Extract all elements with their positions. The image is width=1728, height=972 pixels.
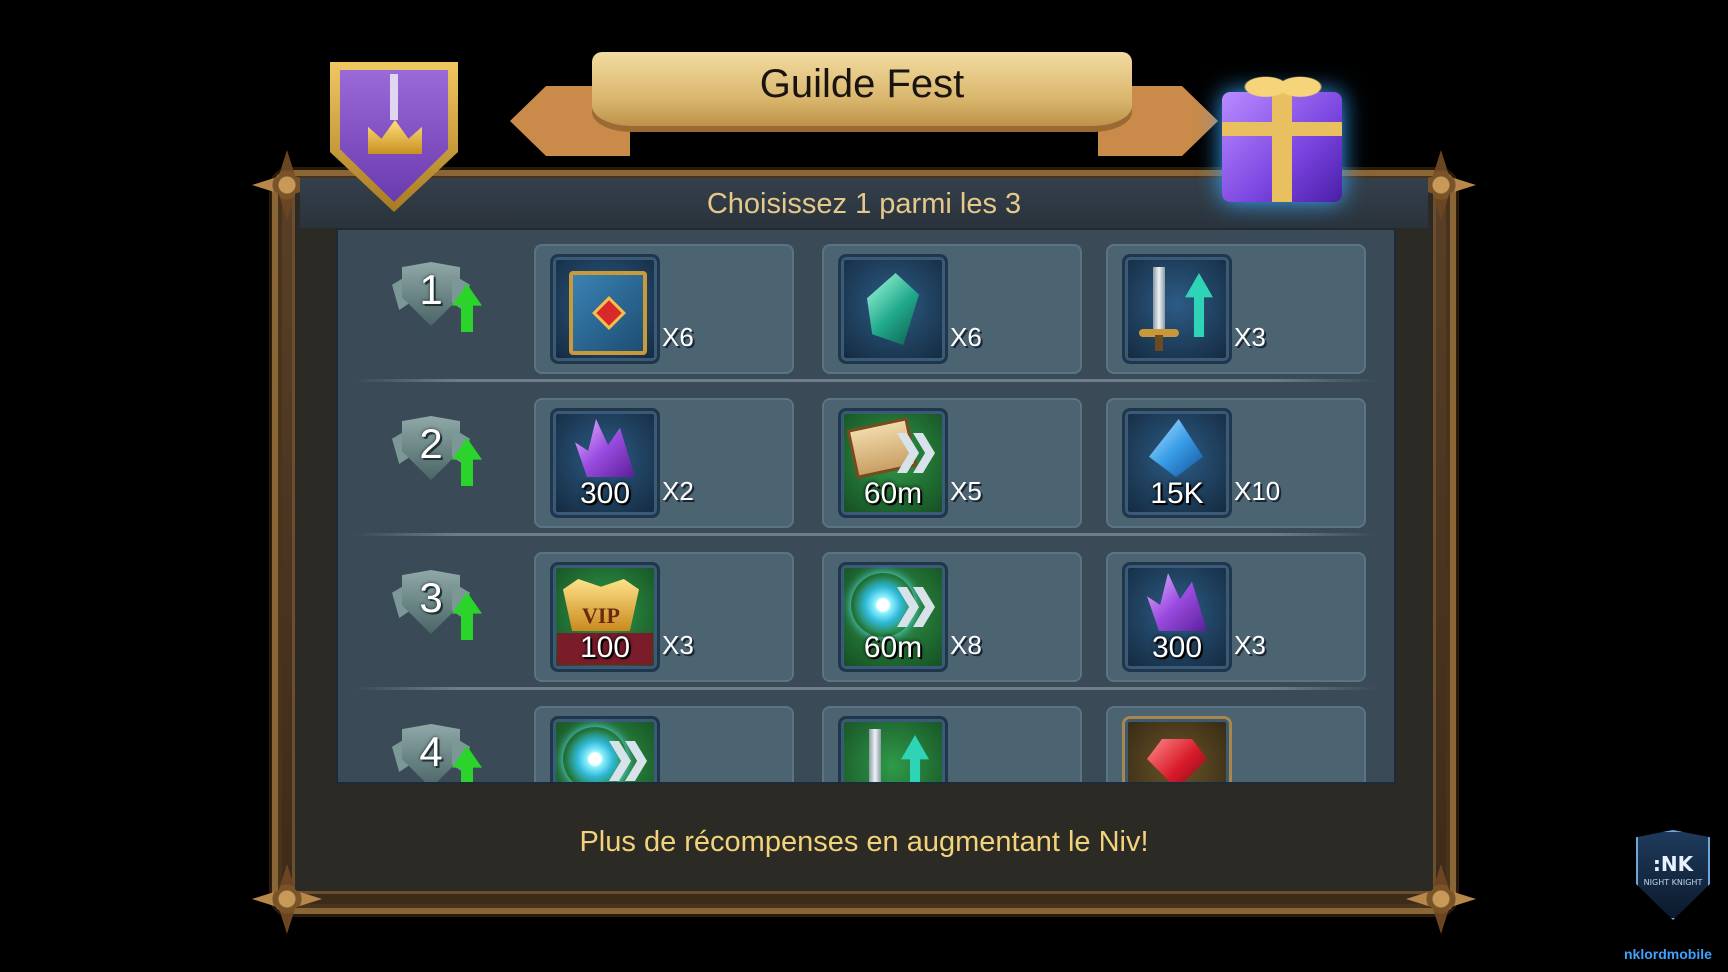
reward-row-2: 2 300 X2 60m X5 15K X10 [338, 384, 1394, 536]
reward-multiplier: X5 [950, 476, 982, 506]
footer-hint: Plus de récompenses en augmentant le Niv… [579, 826, 1149, 858]
row-divider [354, 533, 1378, 536]
reward-multiplier: X6 [662, 322, 694, 352]
reward-card[interactable] [1106, 706, 1366, 782]
reward-card[interactable]: X3 [1106, 244, 1366, 374]
vip-icon: VIP 100 [550, 562, 660, 672]
level-badge: 2 [392, 414, 488, 486]
speedup-icon: 60m [838, 562, 948, 672]
title-ribbon: Guilde Fest [592, 52, 1132, 132]
green-shard-icon [838, 254, 948, 364]
reward-multiplier: X3 [1234, 322, 1266, 352]
reward-amount: 60m [863, 477, 923, 510]
book-icon [550, 254, 660, 364]
reward-multiplier: X3 [1234, 630, 1266, 660]
research-speedup-icon: 60m [838, 408, 948, 518]
reward-multiplier: X3 [662, 630, 694, 660]
sword-upgrade-icon [1122, 254, 1232, 364]
reward-amount: 15K [1150, 477, 1204, 510]
reward-row-3: 3 VIP 100 X3 60m X8 300 X3 [338, 538, 1394, 690]
row-divider [354, 379, 1378, 382]
reward-amount: 100 [579, 631, 631, 664]
reward-card[interactable]: 60m X8 [822, 552, 1082, 682]
emblem-sword-icon [390, 74, 398, 120]
level-badge: 4 [392, 722, 488, 782]
reward-card[interactable]: 15K X10 [1106, 398, 1366, 528]
watermark-caption: nklordmobile [1624, 946, 1712, 962]
level-badge: 3 [392, 568, 488, 640]
reward-card[interactable] [822, 706, 1082, 782]
reward-card[interactable]: X6 [534, 244, 794, 374]
watermark-logo-text: :NK [1652, 852, 1694, 876]
gift-bow-icon [1240, 58, 1326, 106]
level-number: 3 [419, 574, 443, 621]
reward-card[interactable]: 60m X5 [822, 398, 1082, 528]
reward-row-4: 4 [338, 692, 1394, 782]
ruby-icon [1122, 716, 1232, 782]
reward-card[interactable]: X6 [822, 244, 1082, 374]
watermark-logo: :NK NIGHT KNIGHT [1636, 830, 1710, 920]
reward-card[interactable]: 300 X3 [1106, 552, 1366, 682]
rewards-panel[interactable]: 1 X6 X6 X3 2 300 X2 60m X5 15K X10 3 VIP… [336, 228, 1396, 784]
reward-row-1: 1 X6 X6 X3 [338, 230, 1394, 382]
page-title: Guilde Fest [759, 62, 965, 106]
reward-amount: 300 [579, 477, 631, 510]
gift-box-icon[interactable] [1222, 92, 1342, 202]
reward-multiplier: X6 [950, 322, 982, 352]
reward-amount: 300 [1151, 631, 1203, 664]
speedup-icon [550, 716, 660, 782]
reward-multiplier: X2 [662, 476, 694, 506]
reward-multiplier: X8 [950, 630, 982, 660]
crown-icon [368, 120, 422, 154]
level-number: 1 [419, 266, 443, 313]
gift-ribbon [1272, 92, 1292, 202]
gift-ribbon [1222, 122, 1342, 136]
sword-upgrade-icon [838, 716, 948, 782]
row-divider [354, 687, 1378, 690]
reward-card[interactable]: 300 X2 [534, 398, 794, 528]
reward-card[interactable] [534, 706, 794, 782]
reward-multiplier: X10 [1234, 476, 1281, 506]
level-number: 4 [419, 728, 443, 775]
level-badge: 1 [392, 260, 488, 332]
purple-crystal-icon: 300 [550, 408, 660, 518]
purple-crystal-icon: 300 [1122, 562, 1232, 672]
blue-crystal-icon: 15K [1122, 408, 1232, 518]
level-number: 2 [419, 420, 443, 467]
watermark-logo-subtext: NIGHT KNIGHT [1643, 878, 1703, 887]
reward-card[interactable]: VIP 100 X3 [534, 552, 794, 682]
footer: Plus de récompenses en augmentant le Niv… [300, 780, 1428, 910]
reward-amount: 60m [863, 631, 923, 664]
